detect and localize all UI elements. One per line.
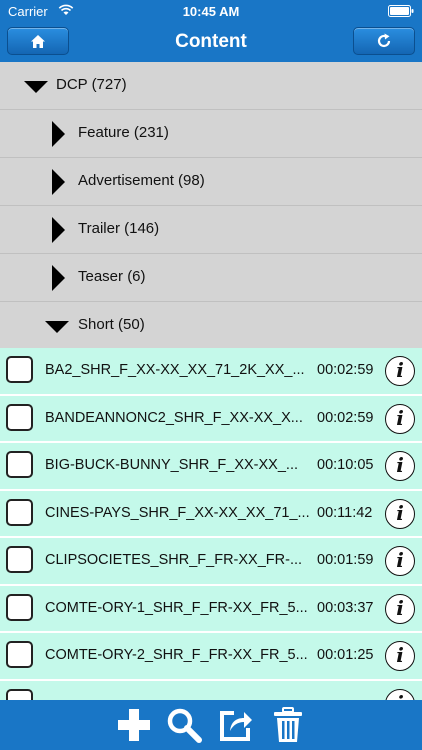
expand-triangle-icon — [52, 217, 65, 243]
select-checkbox[interactable] — [6, 356, 33, 383]
select-checkbox[interactable] — [6, 498, 33, 526]
status-bar: Carrier 10:45 AM — [0, 0, 422, 22]
item-name: CLIPSOCIETES_SHR_F_FR-XX_FR-... — [45, 552, 303, 568]
tree-node-feature[interactable]: Feature (231) — [0, 110, 422, 158]
list-item[interactable]: COMTE-ORY-1_SHR_F_FR-XX_FR_5... 00:03:37… — [0, 585, 422, 633]
category-tree: DCP (727) Feature (231) Advertisement (9… — [0, 62, 422, 348]
list-item[interactable]: BIG-BUCK-BUNNY_SHR_F_XX-XX_... 00:10:05 … — [0, 443, 422, 491]
tree-node-short[interactable]: Short (50) — [0, 302, 422, 350]
tree-node-trailer[interactable]: Trailer (146) — [0, 206, 422, 254]
content-list: BA2_SHR_F_XX-XX_XX_71_2K_XX_... 00:02:59… — [0, 348, 422, 700]
expand-triangle-icon — [52, 169, 65, 195]
list-item[interactable]: BA2_SHR_F_XX-XX_XX_71_2K_XX_... 00:02:59… — [0, 348, 422, 396]
info-icon[interactable]: i — [385, 451, 415, 481]
list-item[interactable]: BANDEANNONC2_SHR_F_XX-XX_X... 00:02:59 i — [0, 395, 422, 443]
tree-node-label: Feature (231) — [78, 124, 169, 141]
share-icon — [220, 711, 252, 741]
tree-node-label: Teaser (6) — [78, 268, 146, 285]
collapse-triangle-icon — [45, 321, 69, 333]
item-name: BIG-BUCK-BUNNY_SHR_F_XX-XX_... — [45, 457, 299, 473]
item-name: BANDEANNONC2_SHR_F_XX-XX_X... — [45, 409, 303, 426]
search-button[interactable] — [165, 706, 203, 744]
item-duration: 00:11:42 — [317, 504, 373, 521]
delete-button[interactable] — [269, 706, 307, 744]
tree-node-label: Advertisement (98) — [78, 172, 205, 189]
select-checkbox[interactable] — [6, 546, 33, 573]
battery-icon — [388, 5, 414, 17]
tree-node-dcp[interactable]: DCP (727) — [0, 62, 422, 110]
item-name: BA2_SHR_F_XX-XX_XX_71_2K_XX_... — [45, 362, 305, 378]
add-button[interactable] — [115, 706, 153, 744]
info-icon[interactable]: i — [385, 641, 415, 671]
info-icon[interactable]: i — [385, 593, 415, 624]
share-button[interactable] — [217, 706, 255, 744]
item-duration: 00:02:59 — [317, 409, 374, 426]
info-icon[interactable]: i — [385, 356, 415, 386]
clock-time: 10:45 AM — [182, 4, 240, 19]
trash-icon — [274, 707, 302, 742]
refresh-icon — [377, 33, 391, 48]
list-item[interactable]: COMTE-ORY-2_SHR_F_FR-XX_FR_5... 00:01:25… — [0, 633, 422, 681]
item-name: COMTE-ORY-1_SHR_F_FR-XX_FR_5... — [45, 599, 308, 616]
tree-node-teaser[interactable]: Teaser (6) — [0, 254, 422, 302]
select-checkbox[interactable] — [6, 688, 33, 700]
select-checkbox[interactable] — [6, 451, 33, 478]
item-name: COMTE-ORY-2_SHR_F_FR-XX_FR_5... — [45, 647, 308, 663]
item-name: CINES-PAYS_SHR_F_XX-XX_XX_71_... — [45, 504, 310, 521]
add-icon — [118, 709, 150, 741]
item-duration: 00:02:59 — [317, 362, 374, 378]
tree-node-label: DCP (727) — [56, 76, 127, 93]
collapse-triangle-icon — [24, 81, 48, 93]
bottom-toolbar — [0, 700, 422, 750]
item-duration: 00:01:59 — [317, 552, 374, 568]
tree-node-advertisement[interactable]: Advertisement (98) — [0, 158, 422, 206]
info-icon[interactable]: i — [385, 498, 415, 529]
item-duration: 00:01:25 — [317, 647, 374, 663]
list-item[interactable]: CLIPSOCIETES_SHR_F_FR-XX_FR-... 00:01:59… — [0, 538, 422, 586]
refresh-button[interactable] — [353, 27, 415, 55]
item-duration: 00:10:05 — [317, 457, 374, 473]
expand-triangle-icon — [52, 121, 65, 147]
info-icon[interactable]: i — [385, 688, 415, 700]
select-checkbox[interactable] — [6, 641, 33, 668]
select-checkbox[interactable] — [6, 403, 33, 431]
list-item[interactable]: i — [0, 680, 422, 700]
list-item[interactable]: CINES-PAYS_SHR_F_XX-XX_XX_71_... 00:11:4… — [0, 490, 422, 538]
tree-node-label: Short (50) — [78, 316, 145, 333]
item-duration: 00:03:37 — [317, 599, 374, 616]
info-icon[interactable]: i — [385, 546, 415, 576]
expand-triangle-icon — [52, 265, 65, 291]
tree-node-label: Trailer (146) — [78, 220, 160, 237]
search-icon — [167, 708, 202, 743]
nav-bar: Content — [0, 22, 422, 63]
info-icon[interactable]: i — [385, 403, 415, 434]
select-checkbox[interactable] — [6, 593, 33, 621]
